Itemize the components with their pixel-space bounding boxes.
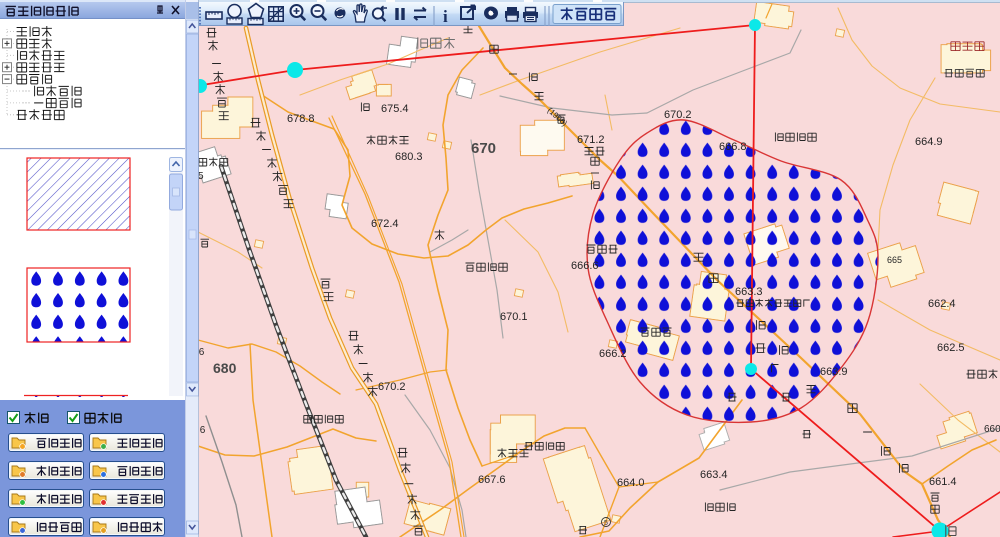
svg-text:666.6: 666.6 — [571, 260, 599, 272]
svg-text:663.3: 663.3 — [735, 286, 763, 298]
svg-text:666.8: 666.8 — [719, 141, 747, 153]
svg-text:5: 5 — [604, 520, 608, 527]
svg-text:664.0: 664.0 — [617, 477, 645, 489]
svg-text:675.4: 675.4 — [381, 103, 409, 115]
svg-text:678.8: 678.8 — [287, 113, 315, 125]
svg-text:680.3: 680.3 — [395, 151, 423, 163]
svg-text:661.4: 661.4 — [929, 476, 957, 488]
svg-text:680: 680 — [213, 360, 237, 376]
svg-text:667.6: 667.6 — [478, 474, 506, 486]
svg-text:662.5: 662.5 — [937, 342, 965, 354]
svg-text:670.1: 670.1 — [500, 311, 528, 323]
svg-text:670.2: 670.2 — [664, 109, 692, 121]
svg-text:662.4: 662.4 — [928, 298, 956, 310]
svg-text:660: 660 — [984, 424, 1000, 435]
svg-text:670.2: 670.2 — [378, 381, 406, 393]
svg-text:i: i — [443, 7, 448, 26]
svg-text:665: 665 — [887, 255, 902, 265]
svg-text:672.4: 672.4 — [371, 218, 399, 230]
svg-text:670: 670 — [471, 140, 496, 157]
svg-text:664.9: 664.9 — [915, 136, 943, 148]
svg-text:663.4: 663.4 — [700, 469, 728, 481]
svg-text:671.2: 671.2 — [577, 134, 605, 146]
svg-text:663.9: 663.9 — [820, 366, 848, 378]
svg-text:666.2: 666.2 — [599, 348, 627, 360]
